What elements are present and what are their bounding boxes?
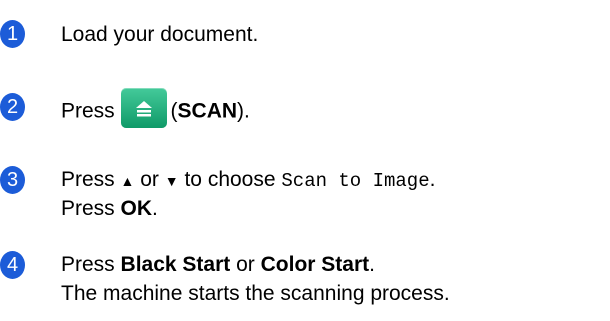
up-arrow-icon: ▲ [120, 173, 135, 189]
down-arrow-icon: ▼ [164, 173, 179, 189]
scan-to-image-option: Scan to Image [281, 170, 430, 192]
scan-button-name: SCAN [177, 99, 238, 123]
step-3-press-word: Press [61, 168, 115, 191]
step-3-to-choose: to choose [184, 168, 276, 191]
step-3-line-2: Press OK. [61, 196, 158, 222]
step-4-or-word: or [236, 253, 255, 276]
step-3-press-word-2: Press [61, 197, 115, 220]
step-3-period: . [429, 168, 436, 191]
scan-document-icon [135, 101, 152, 117]
ok-button-name: OK [120, 197, 153, 220]
step-3-line-1: Press ▲ or ▼ to choose Scan to Image. [61, 167, 435, 194]
step-3-or-word: or [140, 168, 159, 191]
scan-button-image [120, 88, 167, 128]
step-4-line-2: The machine starts the scanning process. [61, 282, 450, 305]
step-number-4: 4 [0, 251, 25, 279]
step-4-line-1: Press Black Start or Color Start. [61, 252, 375, 278]
color-start-button-name: Color Start [260, 253, 370, 276]
step-1-text: Load your document. [61, 23, 259, 46]
black-start-button-name: Black Start [120, 253, 231, 276]
step-4-period: . [369, 253, 375, 276]
step-number-3: 3 [0, 166, 25, 194]
step-number-2: 2 [0, 93, 25, 121]
step-2-close: ). [237, 99, 250, 123]
step-2-open-paren: ( [170, 99, 178, 123]
step-2-press-word: Press [61, 99, 115, 123]
step-2-line: Press (SCAN). [61, 88, 250, 128]
step-number-1: 1 [0, 20, 25, 48]
step-4-press-word: Press [61, 253, 115, 276]
step-3-period-2: . [152, 197, 158, 220]
